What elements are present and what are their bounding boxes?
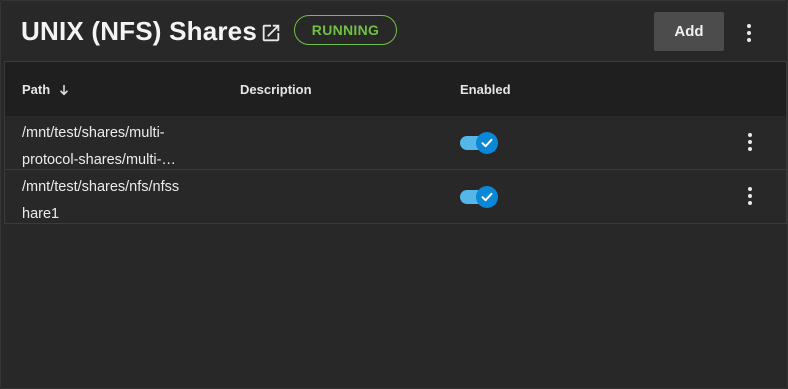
status-badge: RUNNING xyxy=(294,15,397,45)
shares-table: Path Description Enabled /mnt/test/share… xyxy=(4,61,787,224)
column-header-enabled[interactable]: Enabled xyxy=(460,82,511,97)
table-row[interactable]: /mnt/test/shares/nfs/nfss hare1 xyxy=(5,170,786,224)
path-cell: /mnt/test/shares/nfs/nfss hare1 xyxy=(22,179,180,222)
check-icon xyxy=(481,138,493,148)
column-header-path[interactable]: Path xyxy=(22,82,70,97)
add-button[interactable]: Add xyxy=(654,12,724,51)
table-row[interactable]: /mnt/test/shares/multi- protocol-shares/… xyxy=(5,116,786,170)
enabled-toggle[interactable] xyxy=(458,130,500,154)
card-header: UNIX (NFS) Shares RUNNING Add xyxy=(1,1,787,61)
row-menu-icon[interactable] xyxy=(740,130,760,154)
open-in-new-icon[interactable] xyxy=(260,22,282,44)
table-header: Path Description Enabled xyxy=(5,61,786,117)
nfs-shares-card: UNIX (NFS) Shares RUNNING Add Path Descr… xyxy=(0,0,788,389)
path-cell: /mnt/test/shares/multi- protocol-shares/… xyxy=(22,125,176,168)
more-vert-icon[interactable] xyxy=(739,21,759,45)
row-menu-icon[interactable] xyxy=(740,184,760,208)
check-icon xyxy=(481,192,493,202)
page-title: UNIX (NFS) Shares xyxy=(21,16,258,46)
column-header-description[interactable]: Description xyxy=(240,82,312,97)
sort-arrow-down-icon xyxy=(60,84,69,95)
enabled-toggle[interactable] xyxy=(458,184,500,208)
